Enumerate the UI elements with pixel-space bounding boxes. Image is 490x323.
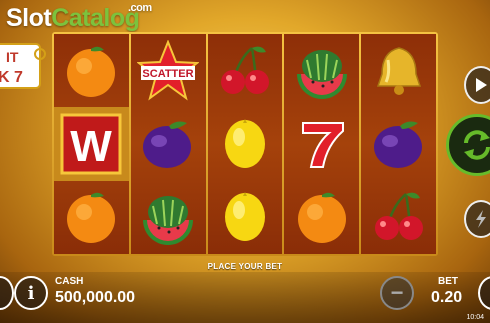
slotcatalog-watermark: SlotCatalog .com [6, 2, 152, 32]
symbol-scatter: SCATTER [131, 34, 206, 107]
autoplay-button[interactable] [464, 66, 490, 104]
reel-frame: W SCATTER [52, 32, 438, 256]
svg-text:IT: IT [6, 49, 19, 65]
symbol-cherry [208, 34, 283, 107]
game-logo: IT K 7 [0, 43, 46, 89]
info-icon: i [27, 282, 35, 304]
reel-1: W [54, 34, 129, 254]
clock: 10:04 [466, 314, 484, 321]
reel-4 [284, 34, 360, 254]
bet-label: BET [438, 276, 458, 287]
symbol-orange [54, 181, 129, 254]
symbol-orange [284, 181, 359, 254]
reel-2: SCATTER [130, 34, 206, 254]
lightning-icon [476, 210, 486, 228]
symbol-plum [131, 107, 206, 180]
reel-3 [207, 34, 283, 254]
svg-text:SCATTER: SCATTER [143, 68, 194, 80]
symbol-lemon [208, 107, 283, 180]
spin-icon [464, 130, 490, 160]
svg-text:W: W [71, 122, 113, 171]
symbol-wild: W [54, 107, 129, 181]
symbol-watermelon [284, 34, 359, 107]
svg-text:K 7: K 7 [0, 69, 23, 86]
play-icon [476, 78, 487, 92]
symbol-bell [361, 34, 436, 107]
bet-decrease-button[interactable]: − [380, 276, 414, 310]
reels-grid: W SCATTER [54, 34, 436, 254]
symbol-plum [361, 107, 436, 180]
cash-value: 500,000.00 [55, 289, 136, 306]
symbol-watermelon [131, 181, 206, 254]
cash-label: CASH [55, 276, 84, 287]
minus-icon: − [390, 280, 404, 305]
spin-button[interactable] [446, 114, 490, 176]
bet-value: 0.20 [431, 289, 463, 306]
reel-5 [361, 34, 436, 254]
symbol-orange [54, 34, 129, 107]
place-bet-hint: PLACE YOUR BET [207, 262, 283, 271]
symbol-lemon [208, 181, 283, 254]
info-button[interactable]: i [14, 276, 48, 310]
symbol-seven [284, 107, 359, 180]
symbol-cherry [361, 181, 436, 254]
turbo-button[interactable] [464, 200, 490, 238]
